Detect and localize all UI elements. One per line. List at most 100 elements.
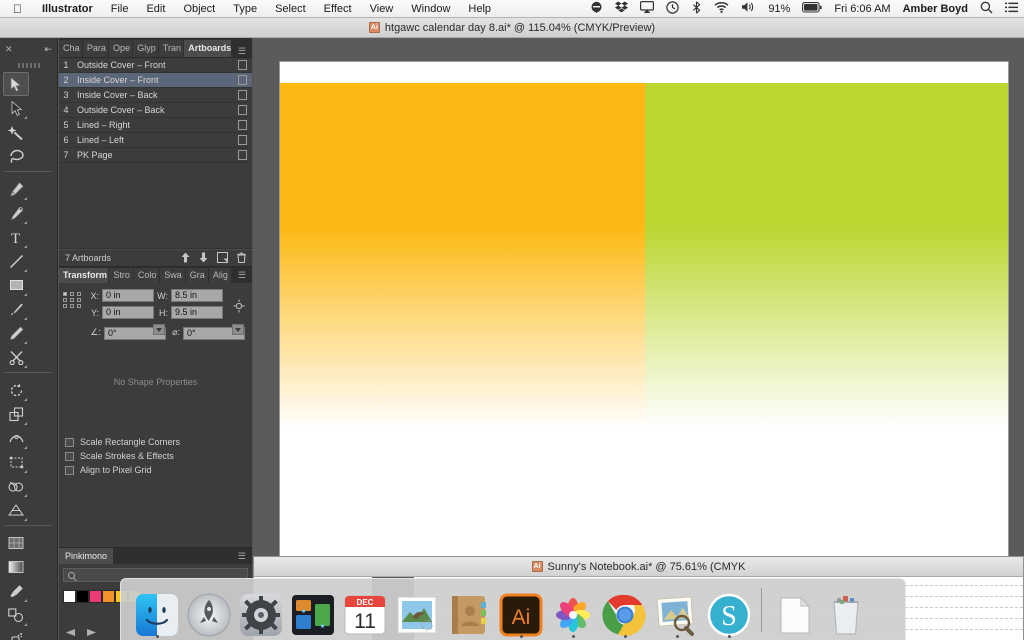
dock-item-documents-stack[interactable] <box>768 582 820 638</box>
menubar-clock[interactable]: Fri 6:06 AM <box>834 3 890 15</box>
menu-item-window[interactable]: Window <box>402 3 459 15</box>
artwork-right-gradient[interactable] <box>645 83 1008 562</box>
search-icon[interactable] <box>980 1 993 17</box>
shear-field[interactable] <box>183 323 245 341</box>
free-transform-tool[interactable] <box>3 450 29 474</box>
pencil-tool[interactable] <box>3 321 29 345</box>
time-machine-icon[interactable] <box>666 0 680 17</box>
line-segment-tool[interactable] <box>3 249 29 273</box>
artboard-name[interactable]: Outside Cover – Front <box>73 60 232 70</box>
menu-item-select[interactable]: Select <box>266 3 315 15</box>
symbol-sprayer-tool[interactable] <box>3 627 29 640</box>
dock-item-mission-control[interactable] <box>287 582 339 638</box>
scale-rectangle-corners-row[interactable]: Scale Rectangle Corners <box>59 435 252 449</box>
menu-item-illustrator[interactable]: Illustrator <box>33 3 102 15</box>
bluetooth-icon[interactable] <box>691 0 702 17</box>
swatch-color[interactable] <box>76 590 89 603</box>
angle-field[interactable] <box>104 323 166 341</box>
dock-item-system-preferences[interactable] <box>235 582 287 638</box>
dropbox-icon[interactable] <box>615 1 629 16</box>
table-row[interactable]: 3 Inside Cover – Back <box>59 88 252 103</box>
align-to-pixel-grid-row[interactable]: Align to Pixel Grid <box>59 463 252 477</box>
volume-icon[interactable] <box>741 1 756 16</box>
artboard-name[interactable]: PK Page <box>73 150 232 160</box>
dock-item-contacts[interactable] <box>443 582 495 638</box>
notification-center-icon[interactable] <box>1005 2 1018 16</box>
dock-item-photos[interactable] <box>547 582 599 638</box>
artboards-panel-menu-icon[interactable]: ☰ <box>232 46 252 57</box>
menubar-user-name[interactable]: Amber Boyd <box>903 3 968 15</box>
tab-character[interactable]: Cha <box>59 40 83 57</box>
tab-opentype[interactable]: Ope <box>108 40 134 57</box>
swatch-library-next-icon[interactable] <box>86 624 97 640</box>
dock-item-preview[interactable] <box>651 582 703 638</box>
artboard-name[interactable]: Lined – Right <box>73 120 232 130</box>
perspective-grid-tool[interactable] <box>3 498 29 522</box>
width-input[interactable] <box>171 289 223 302</box>
table-row[interactable]: 6 Lined – Left <box>59 133 252 148</box>
dock-item-mail[interactable] <box>391 582 443 638</box>
direct-selection-tool[interactable] <box>3 96 29 120</box>
curvature-tool[interactable] <box>3 201 29 225</box>
eyedropper-tool[interactable] <box>3 579 29 603</box>
artwork-left-gradient[interactable] <box>280 83 646 562</box>
tab-swatches[interactable]: Swa <box>160 267 186 283</box>
wifi-icon[interactable] <box>714 1 729 16</box>
menu-item-help[interactable]: Help <box>459 3 500 15</box>
scale-strokes-effects-checkbox[interactable] <box>65 451 74 461</box>
dock-item-calendar[interactable]: DEC 11 <box>339 582 391 638</box>
swatch-color[interactable] <box>63 590 76 603</box>
dock-item-scrivener[interactable]: S <box>703 582 755 638</box>
menu-item-edit[interactable]: Edit <box>137 3 174 15</box>
flag-icon[interactable] <box>590 1 603 17</box>
gradient-tool[interactable] <box>3 555 29 579</box>
tools-panel-header[interactable]: ✕ ⇤ <box>0 38 57 60</box>
dock-item-launchpad[interactable] <box>183 582 235 638</box>
type-tool[interactable]: T <box>3 225 29 249</box>
menu-item-file[interactable]: File <box>102 3 138 15</box>
swatch-library-menu-icon[interactable]: ☰ <box>232 551 252 562</box>
artboard-name[interactable]: Inside Cover – Front <box>73 75 232 85</box>
artboard-options-icon[interactable] <box>232 105 252 115</box>
pen-tool[interactable] <box>3 177 29 201</box>
artboard-canvas[interactable] <box>280 62 1008 582</box>
move-up-icon[interactable] <box>181 252 190 265</box>
tab-color[interactable]: Colo <box>133 267 161 283</box>
menu-item-view[interactable]: View <box>361 3 403 15</box>
tab-artboards[interactable]: Artboards <box>184 40 232 57</box>
selection-tool[interactable] <box>3 72 29 96</box>
airplay-icon[interactable] <box>640 1 655 16</box>
artboard-name[interactable]: Inside Cover – Back <box>73 90 232 100</box>
new-artboard-icon[interactable] <box>217 251 228 265</box>
tools-panel-collapse-icon[interactable]: ⇤ <box>44 44 52 55</box>
lasso-tool[interactable] <box>3 144 29 168</box>
move-down-icon[interactable] <box>199 252 208 265</box>
tab-align[interactable]: Alig <box>208 267 232 283</box>
tools-panel-close-icon[interactable]: ✕ <box>5 44 13 55</box>
document-canvas[interactable] <box>253 38 1024 640</box>
dock-item-trash[interactable] <box>820 582 872 638</box>
swatch-color[interactable] <box>102 590 115 603</box>
tab-transform[interactable]: Transform <box>59 267 110 283</box>
width-tool[interactable] <box>3 426 29 450</box>
artboard-options-icon[interactable] <box>232 135 252 145</box>
scissors-tool[interactable] <box>3 345 29 369</box>
artboard-options-icon[interactable] <box>232 90 252 100</box>
table-row[interactable]: 1 Outside Cover – Front <box>59 58 252 73</box>
scale-rectangle-corners-checkbox[interactable] <box>65 437 74 447</box>
chevron-down-icon[interactable] <box>153 324 165 335</box>
artboard-name[interactable]: Lined – Left <box>73 135 232 145</box>
scale-strokes-effects-row[interactable]: Scale Strokes & Effects <box>59 449 252 463</box>
tab-pinkimono[interactable]: Pinkimono <box>59 548 114 564</box>
x-input[interactable] <box>102 289 154 302</box>
table-row[interactable]: 4 Outside Cover – Back <box>59 103 252 118</box>
artboard-options-icon[interactable] <box>232 60 252 70</box>
scale-tool[interactable] <box>3 402 29 426</box>
table-row[interactable]: 2 Inside Cover – Front <box>59 73 252 88</box>
dock-item-finder[interactable] <box>131 582 183 638</box>
tab-stroke[interactable]: Stro <box>109 267 134 283</box>
menu-item-effect[interactable]: Effect <box>315 3 361 15</box>
rotate-tool[interactable] <box>3 378 29 402</box>
swatch-color[interactable] <box>89 590 102 603</box>
shape-builder-tool[interactable] <box>3 474 29 498</box>
